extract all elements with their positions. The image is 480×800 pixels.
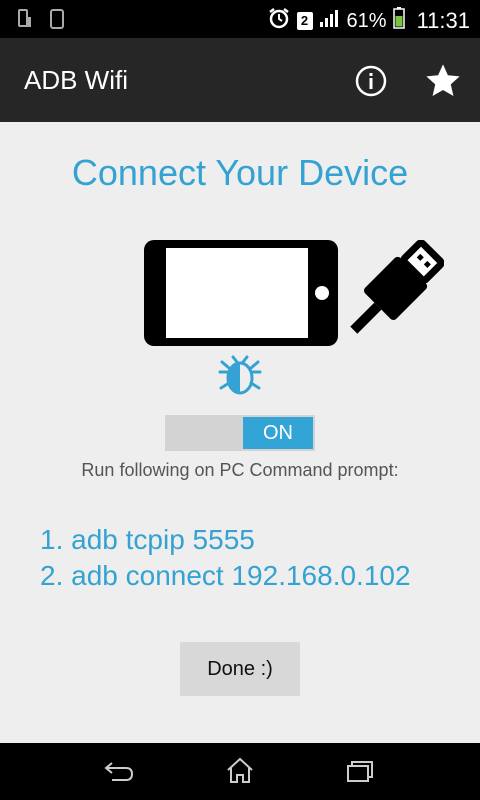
- navigation-bar: [0, 743, 480, 800]
- toggle-on-label: ON: [243, 417, 313, 449]
- command-step-1: 1. adb tcpip 5555: [40, 524, 255, 555]
- debug-toggle-switch[interactable]: ON: [165, 415, 315, 451]
- status-bar: 2 61% 11:31: [0, 0, 480, 38]
- info-button[interactable]: [354, 64, 388, 98]
- alarm-icon: [267, 6, 291, 36]
- home-button[interactable]: [220, 755, 260, 787]
- main-content: Connect Your Device ON Run following on …: [0, 122, 480, 743]
- action-bar: ADB Wifi: [0, 38, 480, 122]
- back-button[interactable]: [100, 755, 140, 787]
- info-icon: [355, 65, 387, 97]
- battery-percent: 61%: [346, 9, 387, 32]
- notification-count-badge: 2: [296, 12, 313, 30]
- app-title: ADB Wifi: [24, 65, 128, 95]
- recent-apps-button[interactable]: [340, 755, 380, 787]
- back-icon: [104, 762, 134, 781]
- battery-icon: [392, 7, 405, 35]
- done-button[interactable]: Done :): [180, 642, 300, 696]
- bug-icon: [218, 350, 262, 398]
- favorite-button[interactable]: [424, 62, 462, 100]
- device-icon: [50, 9, 64, 34]
- signal-icon: [319, 8, 341, 34]
- command-step-2: 2. adb connect 192.168.0.102: [40, 560, 411, 591]
- instruction-text: Run following on PC Command prompt:: [81, 460, 399, 480]
- page-title: Connect Your Device: [71, 152, 409, 193]
- usb-cable-icon: [340, 239, 445, 344]
- star-icon: [426, 64, 460, 97]
- phone-notification-icon: [18, 9, 32, 34]
- recent-apps-icon: [347, 761, 373, 782]
- phone-icon: [142, 238, 340, 348]
- home-icon: [227, 757, 253, 783]
- clock: 11:31: [416, 8, 470, 33]
